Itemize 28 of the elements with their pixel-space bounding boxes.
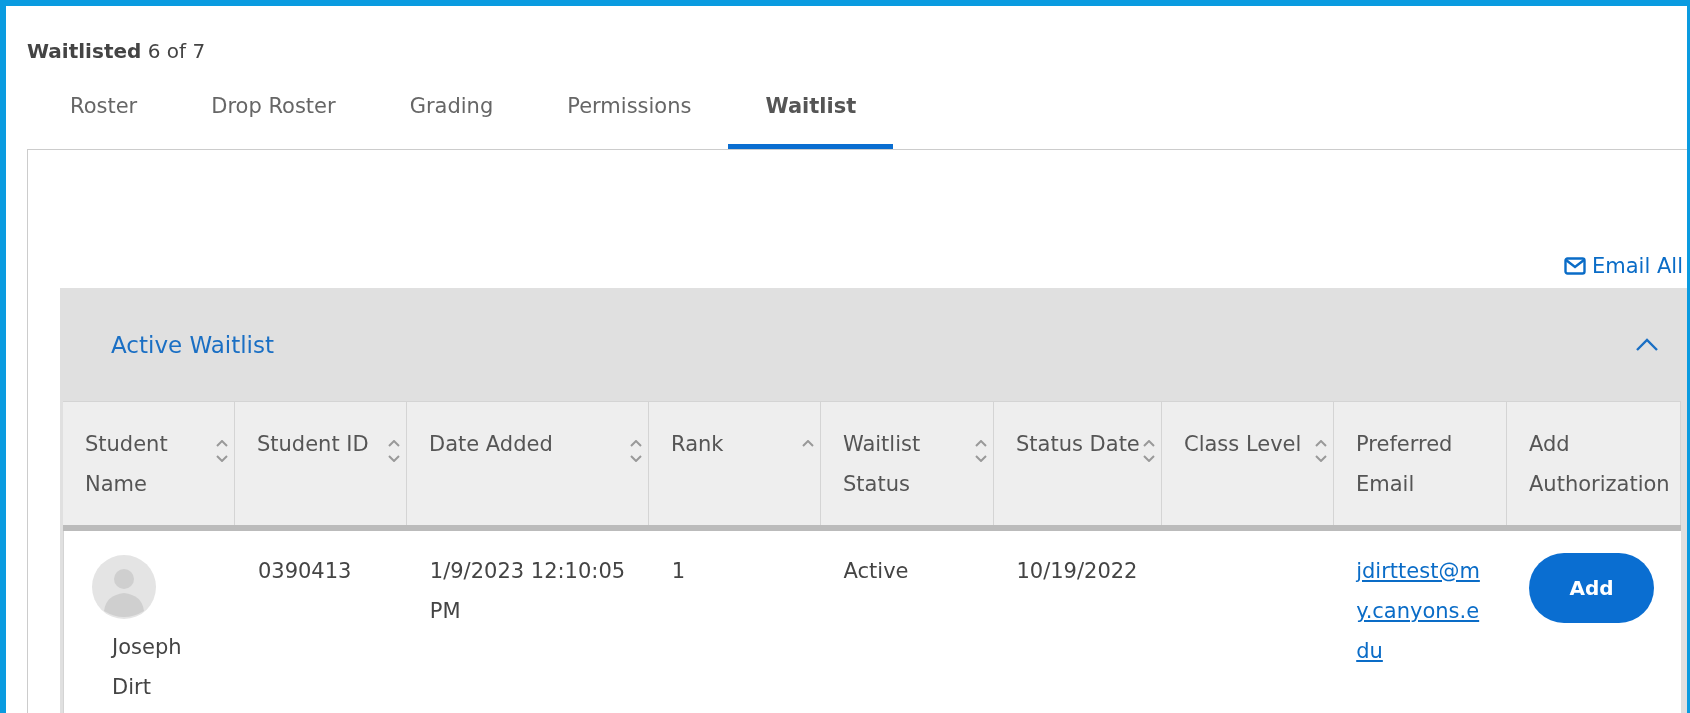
table-cell: 1/9/2023 12:10:05 PM [429, 559, 626, 623]
column-header[interactable]: Rank [649, 402, 821, 525]
column-header[interactable]: Student ID [235, 402, 407, 525]
chevron-icon[interactable] [1635, 337, 1659, 352]
table-cell: Active [843, 559, 909, 583]
tab[interactable]: Permissions [530, 70, 729, 149]
table-cell: 10/19/2022 [1016, 559, 1138, 583]
tab[interactable]: Roster [33, 70, 175, 149]
section-title: Active Waitlist [111, 331, 274, 358]
table-cell: 1 [671, 559, 685, 583]
student-name: Joseph Dirt [112, 634, 182, 701]
tab[interactable]: Drop Roster [174, 70, 373, 149]
column-header[interactable]: Preferred Email [1334, 402, 1507, 525]
column-header[interactable]: Class Level [1162, 402, 1334, 525]
email-all-link[interactable]: Email All [1564, 252, 1683, 280]
column-header[interactable]: Student Name [63, 402, 235, 525]
column-header[interactable]: Add Authorization [1507, 402, 1681, 525]
column-header[interactable]: Waitlist Status [821, 402, 994, 525]
column-header[interactable]: Status Date [994, 402, 1162, 525]
page-title: Waitlisted 6 of 7 [27, 38, 207, 64]
table-cell: 0390413 [257, 559, 352, 583]
envelope-icon [1564, 257, 1586, 275]
column-header[interactable]: Date Added [407, 402, 649, 525]
tab[interactable]: Waitlist [728, 70, 894, 149]
email-link[interactable]: jdirttest@my.canyons.edu [1356, 551, 1492, 671]
add-button[interactable]: Add [1529, 553, 1655, 623]
tab[interactable]: Grading [372, 70, 531, 149]
avatar-icon [92, 555, 156, 619]
